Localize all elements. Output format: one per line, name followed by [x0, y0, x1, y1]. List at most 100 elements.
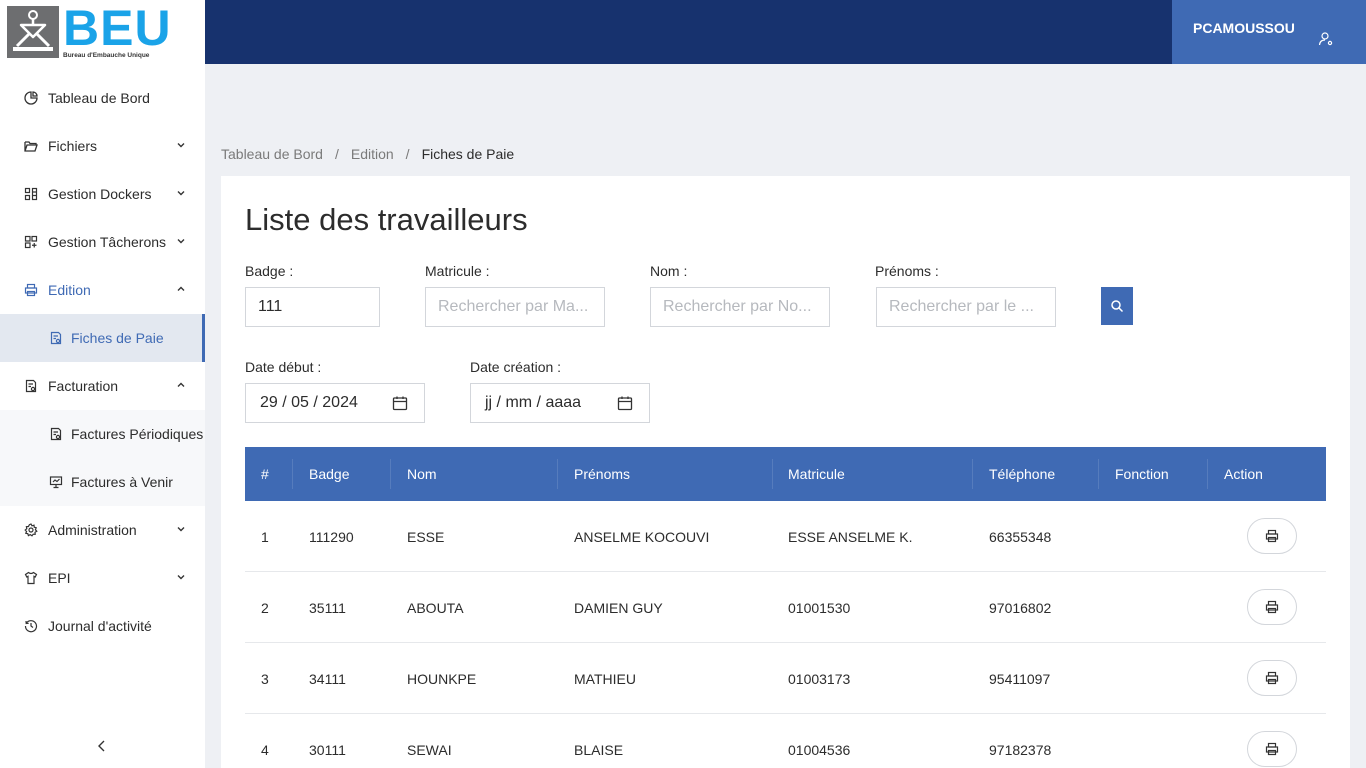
breadcrumb-separator: /	[405, 146, 410, 162]
badge-label: Badge :	[245, 263, 294, 279]
breadcrumb-link-edition[interactable]: Edition	[351, 146, 394, 162]
brand-name: BEU	[63, 0, 172, 56]
sidebar-item-tableau-de-bord[interactable]: Tableau de Bord	[0, 74, 205, 122]
presentation-icon	[48, 474, 64, 490]
breadcrumb: Tableau de Bord / Edition / Fiches de Pa…	[221, 146, 514, 162]
col-header-nom[interactable]: Nom	[407, 466, 437, 482]
date-creation-value: jj / mm / aaaa	[485, 394, 582, 411]
col-header-telephone[interactable]: Téléphone	[989, 466, 1055, 482]
brand-subtitle: Bureau d'Embauche Unique	[63, 52, 150, 59]
header-divider	[972, 459, 973, 489]
header-divider	[772, 459, 773, 489]
sidebar: BEU Bureau d'Embauche Unique Tableau de …	[0, 0, 205, 768]
cell-matricule: 01001530	[788, 600, 851, 616]
cell-index: 2	[261, 600, 269, 616]
prenoms-placeholder: Rechercher par le ...	[889, 298, 1034, 315]
date-creation-input[interactable]: jj / mm / aaaa	[470, 383, 650, 423]
date-debut-value: 29 / 05 / 2024	[260, 394, 358, 411]
sidebar-item-label: Fiches de Paie	[71, 330, 164, 346]
collapse-sidebar-button[interactable]	[94, 738, 110, 754]
cell-telephone: 97182378	[989, 742, 1052, 758]
matricule-label: Matricule :	[425, 263, 490, 279]
sidebar-item-fiches-de-paie[interactable]: Fiches de Paie	[0, 314, 205, 362]
col-header-prenoms[interactable]: Prénoms	[574, 466, 630, 482]
nom-label: Nom :	[650, 263, 688, 279]
table-header: # Badge Nom Prénoms Matricule Téléphone …	[245, 447, 1326, 501]
header-divider	[557, 459, 558, 489]
folder-open-icon	[23, 138, 39, 154]
header-divider	[1207, 459, 1208, 489]
badge-value: 111	[258, 298, 283, 315]
sidebar-item-gestion-dockers[interactable]: Gestion Dockers	[0, 170, 205, 218]
sidebar-item-label: Gestion Tâcherons	[48, 234, 167, 250]
calendar-icon[interactable]	[392, 395, 408, 411]
invoice-icon	[23, 378, 39, 394]
layout-icon	[23, 234, 39, 250]
cell-prenoms: ANSELME KOCOUVI	[574, 529, 710, 545]
print-button[interactable]	[1247, 731, 1297, 767]
sidebar-item-journal-activite[interactable]: Journal d'activité	[0, 602, 205, 650]
badge-input[interactable]: 111	[245, 287, 380, 327]
grid-icon	[23, 186, 39, 202]
search-button[interactable]	[1101, 287, 1133, 325]
username: PCAMOUSSOU	[1193, 20, 1295, 36]
printer-icon	[1265, 671, 1279, 685]
table-row[interactable]: 3 34111 HOUNKPE MATHIEU 01003173 9541109…	[245, 643, 1326, 714]
sidebar-item-facturation[interactable]: Facturation	[0, 362, 205, 410]
sidebar-item-label: Factures à Venir	[71, 474, 173, 490]
sidebar-item-factures-periodiques[interactable]: Factures Périodiques	[0, 410, 205, 458]
sidebar-item-factures-a-venir[interactable]: Factures à Venir	[0, 458, 205, 506]
print-button[interactable]	[1247, 589, 1297, 625]
sidebar-item-label: Administration	[48, 522, 137, 538]
sidebar-item-gestion-tacherons[interactable]: Gestion Tâcherons	[0, 218, 205, 266]
cell-index: 1	[261, 529, 269, 545]
table-row[interactable]: 2 35111 ABOUTA DAMIEN GUY 01001530 97016…	[245, 572, 1326, 643]
cell-nom: HOUNKPE	[407, 671, 477, 687]
printer-icon	[1265, 742, 1279, 756]
breadcrumb-current: Fiches de Paie	[421, 146, 515, 162]
cell-badge: 30111	[309, 742, 346, 758]
sidebar-item-label: Gestion Dockers	[48, 186, 152, 202]
print-button[interactable]	[1247, 518, 1297, 554]
page-title: Liste des travailleurs	[245, 202, 528, 237]
sidebar-item-fichiers[interactable]: Fichiers	[0, 122, 205, 170]
prenoms-input[interactable]: Rechercher par le ...	[876, 287, 1056, 327]
col-header-badge[interactable]: Badge	[309, 466, 349, 482]
nom-placeholder: Rechercher par No...	[663, 298, 812, 315]
cell-index: 3	[261, 671, 269, 687]
cell-badge: 35111	[309, 600, 346, 616]
matricule-input[interactable]: Rechercher par Ma...	[425, 287, 605, 327]
table-row[interactable]: 1 111290 ESSE ANSELME KOCOUVI ESSE ANSEL…	[245, 501, 1326, 572]
breadcrumb-link-tableau-de-bord[interactable]: Tableau de Bord	[221, 146, 323, 162]
table-row[interactable]: 4 30111 SEWAI BLAISE 01004536 97182378	[245, 714, 1326, 768]
sidebar-item-label: Tableau de Bord	[48, 90, 150, 106]
date-creation-label: Date création :	[470, 359, 562, 375]
calendar-icon[interactable]	[617, 395, 633, 411]
sidebar-menu: Tableau de Bord Fichiers Gestion Dockers…	[0, 74, 205, 650]
shirt-icon	[23, 570, 39, 586]
cell-telephone: 95411097	[989, 671, 1051, 687]
breadcrumb-separator: /	[334, 146, 339, 162]
user-menu[interactable]: PCAMOUSSOU	[1172, 0, 1366, 64]
cell-prenoms: BLAISE	[574, 742, 624, 758]
col-header-fonction[interactable]: Fonction	[1115, 466, 1169, 482]
cell-badge: 111290	[309, 529, 354, 545]
sidebar-item-epi[interactable]: EPI	[0, 554, 205, 602]
pie-chart-icon	[23, 90, 39, 106]
cell-telephone: 66355348	[989, 529, 1052, 545]
sidebar-item-edition[interactable]: Edition	[0, 266, 205, 314]
cell-prenoms: MATHIEU	[574, 671, 636, 687]
nom-input[interactable]: Rechercher par No...	[650, 287, 830, 327]
chevron-down-icon	[177, 143, 185, 148]
col-header-matricule[interactable]: Matricule	[788, 466, 845, 482]
header-divider	[390, 459, 391, 489]
printer-icon	[23, 282, 39, 298]
date-debut-input[interactable]: 29 / 05 / 2024	[245, 383, 425, 423]
brand-logo[interactable]: BEU Bureau d'Embauche Unique	[0, 0, 205, 64]
user-settings-icon	[1318, 32, 1333, 46]
cell-matricule: ESSE ANSELME K.	[788, 529, 913, 545]
document-icon	[48, 330, 64, 346]
sidebar-item-administration[interactable]: Administration	[0, 506, 205, 554]
col-header-index[interactable]: #	[261, 466, 269, 482]
print-button[interactable]	[1247, 660, 1297, 696]
